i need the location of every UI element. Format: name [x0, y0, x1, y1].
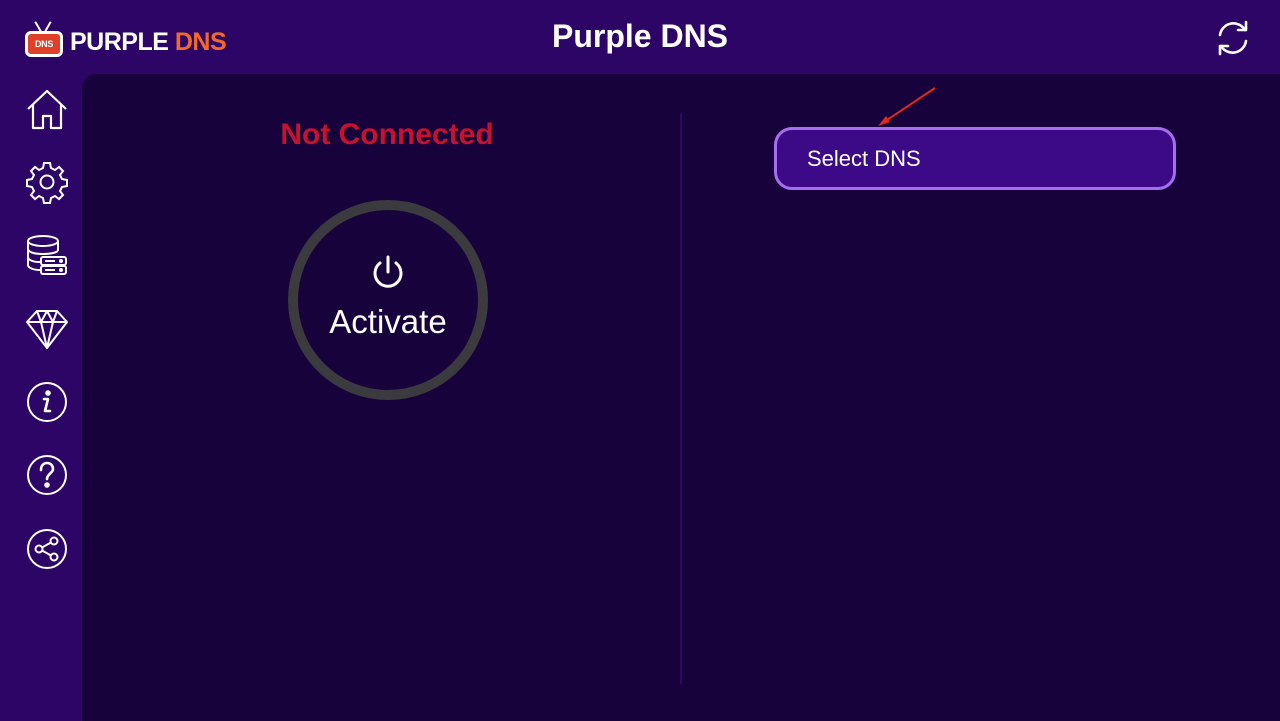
- info-icon: [27, 382, 67, 422]
- sidebar-item-servers[interactable]: [24, 232, 70, 278]
- sidebar-item-settings[interactable]: [24, 159, 70, 205]
- main-panel: Not Connected Activate Select DNS: [82, 74, 1280, 721]
- database-icon: [27, 235, 67, 275]
- sidebar: [0, 78, 82, 721]
- top-bar: DNS PURPLE DNS Purple DNS: [0, 0, 1280, 78]
- annotation-arrow-icon: [878, 87, 936, 126]
- sidebar-item-share[interactable]: [24, 526, 70, 572]
- activate-label: Activate: [329, 303, 447, 340]
- activate-button[interactable]: Activate: [288, 200, 488, 400]
- refresh-icon: [1218, 20, 1248, 56]
- sidebar-item-premium[interactable]: [24, 306, 70, 352]
- sidebar-item-help[interactable]: [24, 452, 70, 498]
- refresh-button[interactable]: [1213, 18, 1253, 58]
- power-icon: [373, 255, 403, 288]
- panel-divider: [680, 114, 682, 684]
- home-icon: [27, 89, 67, 130]
- sidebar-item-info[interactable]: [24, 379, 70, 425]
- share-icon: [27, 529, 67, 569]
- diamond-icon: [26, 310, 68, 349]
- gear-icon: [26, 162, 68, 204]
- sidebar-item-home[interactable]: [24, 86, 70, 132]
- help-icon: [27, 455, 67, 495]
- page-title: Purple DNS: [551, 18, 729, 54]
- app-window: DNS PURPLE DNS Purple DNS Not Connected …: [0, 0, 1280, 721]
- connection-status: Not Connected: [280, 118, 494, 151]
- select-dns-button[interactable]: Select DNS: [774, 127, 1176, 190]
